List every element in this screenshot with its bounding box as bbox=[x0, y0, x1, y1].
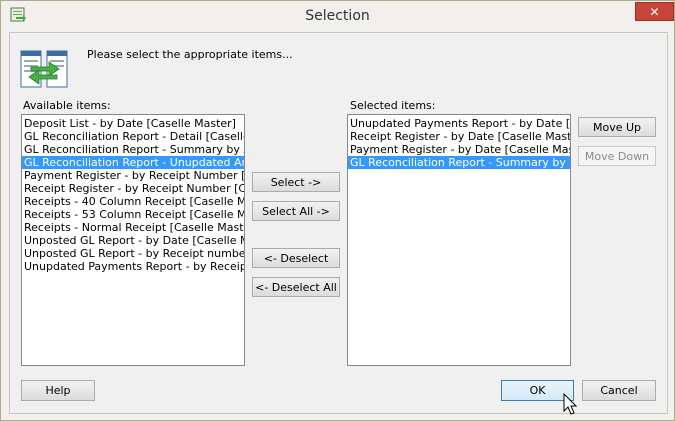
available-list-item[interactable]: Unposted GL Report - by Date [Caselle Ma… bbox=[22, 234, 244, 247]
available-list-item[interactable]: Receipts - 53 Column Receipt [Caselle Ma… bbox=[22, 208, 244, 221]
swap-lists-icon bbox=[20, 50, 68, 88]
close-button[interactable]: ✕ bbox=[635, 2, 674, 21]
title-bar[interactable]: Selection ✕ bbox=[1, 1, 674, 32]
mouse-cursor-icon bbox=[563, 393, 578, 415]
selected-items-label: Selected items: bbox=[350, 99, 436, 112]
available-items-label: Available items: bbox=[23, 99, 111, 112]
close-icon: ✕ bbox=[649, 4, 660, 19]
available-list-item[interactable]: Deposit List - by Date [Caselle Master] bbox=[22, 117, 244, 130]
available-list-item[interactable]: Receipt Register - by Receipt Number [Ca… bbox=[22, 182, 244, 195]
select-button[interactable]: Select -> bbox=[252, 172, 340, 192]
move-up-button[interactable]: Move Up bbox=[578, 117, 656, 137]
deselect-all-button[interactable]: <- Deselect All bbox=[252, 277, 340, 297]
cancel-button[interactable]: Cancel bbox=[582, 380, 656, 401]
available-list-item[interactable]: Unposted GL Report - by Receipt number [… bbox=[22, 247, 244, 260]
select-all-button[interactable]: Select All -> bbox=[252, 201, 340, 221]
instruction-text: Please select the appropriate items... bbox=[87, 48, 293, 61]
window-title: Selection bbox=[305, 8, 370, 24]
available-list-item[interactable]: GL Reconciliation Report - Detail [Casel… bbox=[22, 130, 244, 143]
selected-list-item[interactable]: Receipt Register - by Date [Caselle Mast… bbox=[348, 130, 570, 143]
available-list-item[interactable]: GL Reconciliation Report - Unupdated Amo… bbox=[22, 156, 244, 169]
selected-list-item[interactable]: Payment Register - by Date [Caselle Mast… bbox=[348, 143, 570, 156]
selection-dialog: Selection ✕ Please select the appropriat… bbox=[0, 0, 675, 421]
available-list-item[interactable]: Payment Register - by Receipt Number [Ca… bbox=[22, 169, 244, 182]
available-list-item[interactable]: Receipts - Normal Receipt [Caselle Maste… bbox=[22, 221, 244, 234]
selected-list-item[interactable]: Unupdated Payments Report - by Date [Cas… bbox=[348, 117, 570, 130]
available-list-item[interactable]: Receipts - 40 Column Receipt [Caselle Ma… bbox=[22, 195, 244, 208]
move-down-button[interactable]: Move Down bbox=[578, 146, 656, 166]
available-items-list[interactable]: Deposit List - by Date [Caselle Master] G… bbox=[21, 114, 245, 366]
help-button[interactable]: Help bbox=[21, 380, 95, 401]
selected-list-item[interactable]: GL Reconciliation Report - Summary by Da… bbox=[348, 156, 570, 169]
available-list-item[interactable]: GL Reconciliation Report - Summary by Ac… bbox=[22, 143, 244, 156]
selected-items-list[interactable]: Unupdated Payments Report - by Date [Cas… bbox=[347, 114, 571, 366]
available-list-item[interactable]: Unupdated Payments Report - by Receipt N… bbox=[22, 260, 244, 273]
deselect-button[interactable]: <- Deselect bbox=[252, 248, 340, 268]
